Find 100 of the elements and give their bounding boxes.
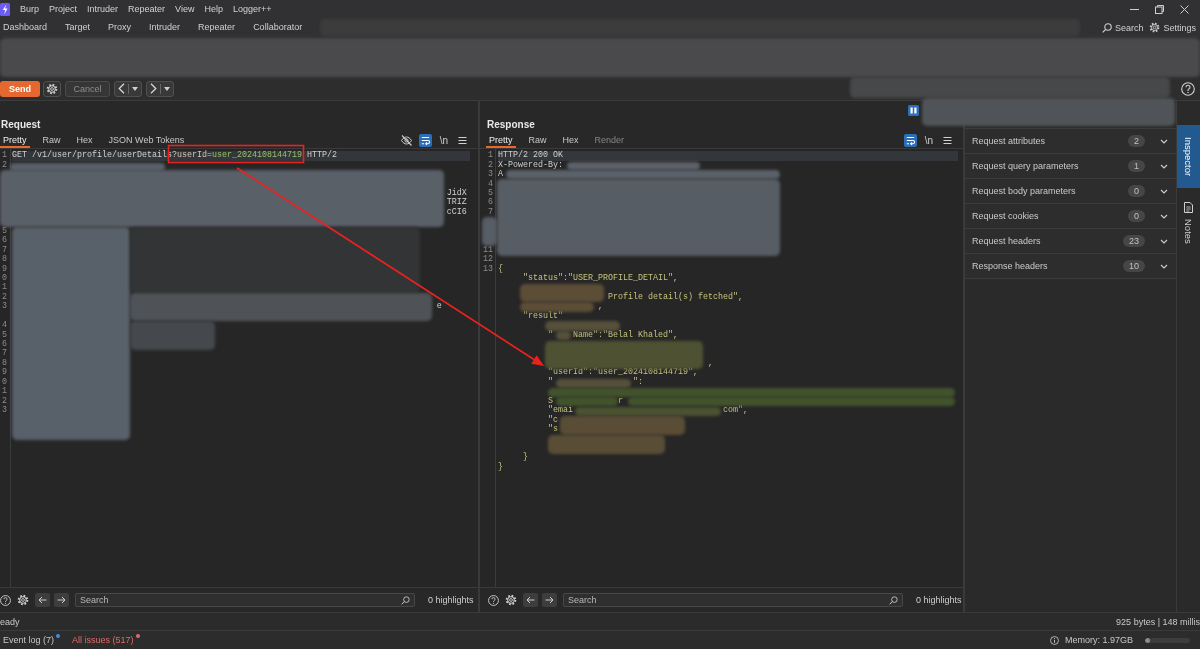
line-number: 9 bbox=[2, 367, 7, 378]
settings-icon[interactable] bbox=[17, 594, 29, 606]
line-number: 3 bbox=[2, 405, 7, 416]
code-text: " bbox=[548, 329, 553, 340]
menu-icon[interactable] bbox=[456, 134, 469, 147]
search-field[interactable]: Search bbox=[75, 593, 415, 607]
response-stats: 925 bytes | 148 millis bbox=[1116, 616, 1200, 627]
next-match-button[interactable] bbox=[542, 593, 557, 607]
previous-match-button[interactable] bbox=[35, 593, 50, 607]
help-icon[interactable] bbox=[488, 594, 499, 606]
settings-icon[interactable] bbox=[505, 594, 517, 606]
line-number: 5 bbox=[2, 329, 7, 340]
view-tab[interactable]: Hex bbox=[73, 133, 96, 148]
menu-item[interactable]: View bbox=[175, 4, 195, 14]
menu-item[interactable]: Burp bbox=[20, 4, 39, 14]
section-label[interactable]: Request attributes bbox=[972, 136, 1128, 146]
side-tab[interactable]: Notes bbox=[1177, 190, 1200, 256]
nav-tab[interactable]: Target bbox=[65, 21, 91, 34]
code-text: } bbox=[523, 452, 528, 463]
code-text: , bbox=[707, 357, 713, 368]
line-number: 2 bbox=[2, 159, 7, 170]
settings-icon bbox=[1149, 22, 1161, 33]
chevron-down-icon[interactable] bbox=[1160, 238, 1168, 244]
line-number: 5 bbox=[488, 188, 493, 199]
previous-match-button[interactable] bbox=[523, 593, 538, 607]
code-text: ?userId= bbox=[171, 150, 212, 161]
view-tab[interactable]: JSON Web Tokens bbox=[105, 133, 188, 148]
line-number: 3 bbox=[488, 169, 493, 180]
caret-down-icon bbox=[164, 86, 170, 91]
newline-toggle[interactable]: \n bbox=[437, 134, 450, 147]
panel-title: Response bbox=[487, 119, 535, 130]
line-number: 7 bbox=[488, 206, 493, 217]
section-label[interactable]: Response headers bbox=[972, 261, 1123, 271]
nav-tab[interactable]: Dashboard bbox=[3, 21, 48, 34]
menu-item[interactable]: Repeater bbox=[128, 4, 166, 14]
line-number: 6 bbox=[2, 339, 7, 350]
newline-toggle[interactable]: \n bbox=[922, 134, 935, 147]
close-icon[interactable] bbox=[1180, 4, 1189, 14]
line-number: 6 bbox=[2, 235, 7, 246]
menu-item[interactable]: Project bbox=[49, 4, 78, 14]
code-text: ": bbox=[632, 376, 643, 387]
code-text: e bbox=[436, 301, 442, 312]
code-text: "s bbox=[548, 424, 558, 434]
nav-tab[interactable]: Repeater bbox=[198, 21, 236, 34]
highlight-count: 0 highlights bbox=[428, 595, 474, 605]
code-text: "status":"USER_PROFILE_DETAIL", bbox=[523, 273, 678, 283]
columns-icon[interactable] bbox=[908, 105, 919, 116]
status-tab[interactable]: Event log (7) bbox=[3, 635, 55, 645]
nav-tab[interactable]: Intruder bbox=[149, 21, 181, 34]
help-icon[interactable] bbox=[1181, 81, 1195, 96]
count-badge: 0 bbox=[1128, 210, 1145, 222]
memory-label: Memory: 1.97GB bbox=[1064, 635, 1133, 645]
settings-button[interactable]: Settings bbox=[1149, 22, 1196, 33]
chevron-down-icon[interactable] bbox=[1160, 263, 1168, 269]
section-label[interactable]: Request headers bbox=[972, 236, 1123, 246]
chevron-down-icon[interactable] bbox=[1160, 163, 1168, 169]
search-icon[interactable] bbox=[889, 595, 898, 605]
line-number: 7 bbox=[2, 244, 7, 255]
options-button[interactable] bbox=[43, 80, 61, 97]
help-icon[interactable] bbox=[0, 594, 11, 606]
code-text: , bbox=[597, 301, 603, 312]
side-tab[interactable]: Inspector bbox=[1177, 125, 1200, 189]
code-text: com", bbox=[722, 405, 748, 416]
code-text: "c bbox=[548, 414, 558, 425]
menu-item[interactable]: Logger++ bbox=[232, 4, 272, 14]
nav-tab[interactable]: Proxy bbox=[108, 21, 132, 34]
restore-icon[interactable] bbox=[1155, 4, 1164, 14]
line-number: 2 bbox=[2, 395, 7, 406]
code-text: "emai bbox=[548, 405, 573, 416]
section-label[interactable]: Request body parameters bbox=[972, 186, 1128, 196]
eye-slash-icon[interactable] bbox=[399, 134, 413, 147]
code-text: JidX bbox=[446, 188, 467, 199]
code-text: Name":"Belal Khaled", bbox=[573, 329, 678, 340]
search-icon[interactable] bbox=[401, 595, 410, 605]
view-tab[interactable]: Raw bbox=[525, 133, 550, 148]
status-tab[interactable]: All issues (517) bbox=[72, 635, 134, 645]
chevron-down-icon[interactable] bbox=[1160, 138, 1168, 144]
chevron-down-icon[interactable] bbox=[1160, 188, 1168, 194]
code-text: X-Powered-By: bbox=[498, 159, 563, 170]
search-field[interactable]: Search bbox=[563, 593, 903, 607]
section-label[interactable]: Request cookies bbox=[972, 211, 1128, 221]
text-wrap-icon[interactable] bbox=[418, 134, 432, 147]
search-button[interactable]: Search bbox=[1101, 22, 1144, 33]
forward-button[interactable] bbox=[146, 80, 174, 97]
line-number: 8 bbox=[2, 254, 7, 265]
next-match-button[interactable] bbox=[54, 593, 69, 607]
view-tab[interactable]: Hex bbox=[559, 133, 582, 148]
menu-icon[interactable] bbox=[941, 134, 954, 147]
document-icon bbox=[1184, 202, 1193, 214]
menu-item[interactable]: Intruder bbox=[87, 4, 119, 14]
menu-item[interactable]: Help bbox=[204, 4, 223, 14]
section-label[interactable]: Request query parameters bbox=[972, 161, 1128, 171]
chevron-down-icon[interactable] bbox=[1160, 213, 1168, 219]
chevron-right-icon bbox=[150, 83, 157, 94]
back-button[interactable] bbox=[114, 80, 142, 97]
text-wrap-icon[interactable] bbox=[903, 134, 917, 147]
nav-tab[interactable]: Collaborator bbox=[253, 21, 303, 34]
code-text: { bbox=[498, 263, 503, 274]
view-tab[interactable]: Raw bbox=[39, 133, 64, 148]
code-text: S bbox=[548, 395, 553, 406]
